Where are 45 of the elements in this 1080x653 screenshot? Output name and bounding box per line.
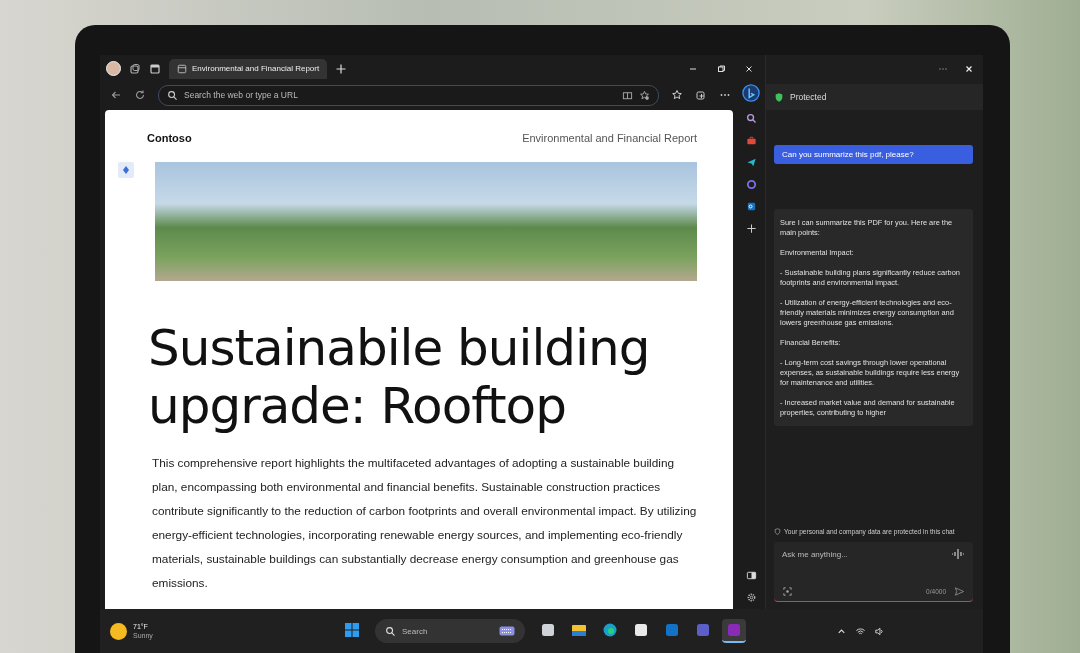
close-icon[interactable] [744, 63, 754, 74]
new-tab-icon[interactable] [335, 62, 348, 75]
search-input[interactable]: Search [402, 626, 493, 636]
favorites-add-icon[interactable] [639, 89, 650, 101]
ring-icon[interactable] [745, 179, 757, 190]
send-icon[interactable] [954, 586, 965, 597]
shield-icon [774, 91, 784, 103]
chat-input[interactable]: Ask me anything... [782, 549, 943, 559]
keyboard-icon [499, 626, 515, 636]
wifi-icon[interactable] [855, 625, 866, 637]
taskbar-search-field[interactable]: Search [375, 619, 525, 643]
volume-icon[interactable] [874, 625, 885, 637]
voice-input-icon[interactable] [951, 548, 965, 560]
search-icon [167, 89, 178, 101]
collections-icon[interactable] [129, 62, 141, 75]
brand-name: Contoso [147, 132, 192, 144]
collections-icon[interactable] [695, 89, 707, 101]
back-icon[interactable] [110, 89, 122, 101]
settings-icon[interactable] [745, 592, 757, 603]
favorites-icon[interactable] [671, 89, 683, 101]
copilot-logo-icon[interactable] [742, 84, 760, 102]
browser-tab[interactable]: Environmental and Financial Report [169, 58, 328, 79]
report-title: Environmental and Financial Report [522, 132, 697, 144]
search-icon [385, 625, 396, 637]
address-bar[interactable]: Search the web or type a URL [158, 84, 659, 106]
briefcase-icon[interactable] [745, 135, 757, 146]
add-icon[interactable] [745, 223, 757, 234]
user-message: Can you summarize this pdf, please? [774, 145, 973, 164]
send-icon[interactable] [745, 157, 757, 168]
search-icon[interactable] [745, 113, 757, 124]
address-input[interactable]: Search the web or type a URL [184, 90, 616, 100]
document-heading: Sustainabile building upgrade: Rooftop [148, 319, 651, 435]
restore-icon[interactable] [716, 63, 726, 74]
sun-icon[interactable] [110, 622, 127, 640]
document-tab-icon [177, 63, 187, 74]
close-icon[interactable] [964, 63, 974, 74]
reader-view-icon[interactable] [622, 89, 633, 101]
sidebar-toggle-icon[interactable] [745, 570, 757, 581]
profile-avatar[interactable] [106, 61, 121, 76]
image-capture-icon[interactable] [782, 586, 793, 597]
document-paragraph: This comprehensive report highlights the multifaceted advantages of adopting a sustainable building plan, encompassing both environmental and financial benefits. Sustainable construction practices contribute significantly to the reduction of carbon footprints and overall environmental impact. By utilizing energy-efficient technologies, incorporating renewable energy sources, and implementing eco-friendly materials, sustainable buildings can substantially decrease energy consumption and greenhouse gas emissions. [152, 455, 697, 592]
refresh-icon[interactable] [134, 89, 146, 101]
tab-actions-icon[interactable] [149, 62, 161, 75]
status-label: Protected [790, 92, 827, 102]
shield-outline-icon [774, 528, 781, 535]
